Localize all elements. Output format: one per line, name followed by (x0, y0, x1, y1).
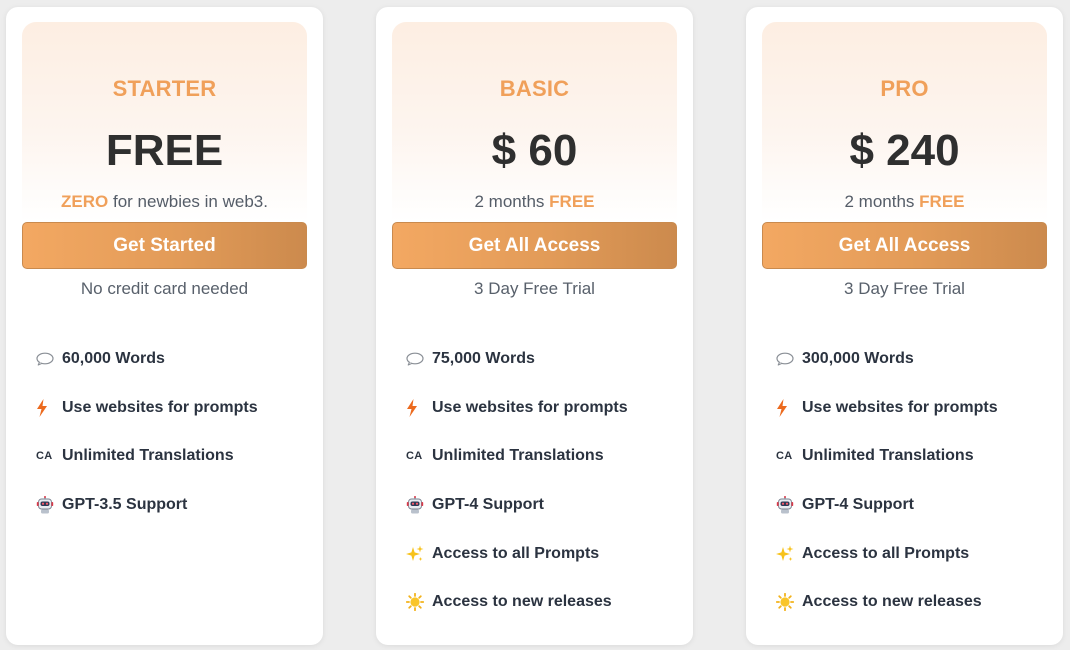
robot-icon (406, 496, 430, 514)
feature-label: Use websites for prompts (432, 398, 628, 416)
feature-label: 75,000 Words (432, 350, 535, 368)
plan-name: PRO (880, 76, 929, 101)
sun-icon (406, 593, 430, 611)
plan-price: FREE (105, 126, 224, 175)
feature-label: Access to new releases (802, 593, 982, 611)
feature-label: GPT-4 Support (802, 496, 914, 514)
plan-subtitle: 2 months FREE (762, 192, 1047, 212)
cta-note: 3 Day Free Trial (474, 279, 595, 298)
sparkles-icon (776, 545, 800, 563)
ca-translate-icon: CA (406, 450, 430, 462)
feature-label: GPT-3.5 Support (62, 496, 188, 514)
plan-price: $ 240 (849, 126, 960, 175)
plan-name: BASIC (499, 76, 570, 101)
sun-icon (776, 593, 800, 611)
feature-label: Access to all Prompts (432, 544, 600, 562)
feature-item: Access to new releases (776, 578, 998, 627)
feature-item: Use websites for prompts (776, 384, 998, 433)
speech-bubble-icon (776, 352, 800, 366)
feature-item: Access to new releases (406, 578, 628, 627)
pricing-card-pro: PRO $ 240 2 months FREE Get All Access 3 Day… (746, 7, 1063, 645)
feature-label: 60,000 Words (62, 350, 165, 368)
ca-translate-icon: CA (776, 450, 800, 462)
feature-item: CA Unlimited Translations (776, 432, 998, 481)
robot-icon (36, 496, 60, 514)
feature-item: Access to all Prompts (406, 529, 628, 578)
plan-header: PRO $ 240 2 months FREE (762, 22, 1047, 222)
subtitle-text: 2 months (474, 192, 550, 211)
plan-subtitle: ZERO for newbies in web3. (22, 192, 307, 212)
subtitle-text: 2 months (844, 192, 920, 211)
lightning-icon (776, 399, 800, 417)
feature-item: 60,000 Words (36, 335, 258, 384)
subtitle-highlight: FREE (549, 192, 595, 211)
basic-cta-button[interactable]: Get All Access (392, 222, 677, 269)
pricing-card-basic: BASIC $ 60 2 months FREE Get All Access 3 Da… (376, 7, 693, 645)
plan-subtitle: 2 months FREE (392, 192, 677, 212)
feature-label: Unlimited Translations (802, 447, 974, 465)
feature-label: Unlimited Translations (432, 447, 604, 465)
subtitle-highlight: ZERO (61, 192, 109, 211)
ca-glyph-text: CA (406, 450, 423, 463)
feature-item: 75,000 Words (406, 335, 628, 384)
pricing-card-starter: STARTER FREE ZERO for newbies in web3. Get … (6, 7, 323, 645)
feature-label: Access to new releases (432, 593, 612, 611)
lightning-icon (36, 399, 60, 417)
feature-item: 300,000 Words (776, 335, 998, 384)
cta-note: No credit card needed (80, 279, 249, 298)
robot-icon (776, 496, 800, 514)
feature-label: Unlimited Translations (62, 447, 234, 465)
subtitle-text: for newbies in web3. (108, 192, 268, 211)
feature-item: Access to all Prompts (776, 529, 998, 578)
feature-label: Access to all Prompts (802, 544, 970, 562)
cta-note: 3 Day Free Trial (844, 279, 965, 298)
ca-glyph-text: CA (36, 450, 53, 463)
subtitle-highlight: FREE (919, 192, 965, 211)
feature-item: GPT-4 Support (776, 481, 998, 530)
feature-label: Use websites for prompts (802, 398, 998, 416)
speech-bubble-icon (406, 352, 430, 366)
feature-label: 300,000 Words (802, 350, 914, 368)
feature-item: CA Unlimited Translations (36, 432, 258, 481)
feature-label: Use websites for prompts (62, 398, 258, 416)
pro-cta-button[interactable]: Get All Access (762, 222, 1047, 269)
plan-header: BASIC $ 60 2 months FREE (392, 22, 677, 222)
feature-list: 300,000 Words Use websites for prompts CA U… (776, 335, 998, 627)
plan-header: STARTER FREE ZERO for newbies in web3. (22, 22, 307, 222)
lightning-icon (406, 399, 430, 417)
feature-item: GPT-3.5 Support (36, 481, 258, 530)
sparkles-icon (406, 545, 430, 563)
feature-list: 75,000 Words Use websites for prompts CA Un… (406, 335, 628, 627)
speech-bubble-icon (36, 352, 60, 366)
feature-label: GPT-4 Support (432, 496, 544, 514)
feature-item: Use websites for prompts (406, 384, 628, 433)
plan-name: STARTER (112, 76, 217, 101)
ca-translate-icon: CA (36, 450, 60, 462)
ca-glyph-text: CA (776, 450, 793, 463)
feature-list: 60,000 Words Use websites for prompts CA Un… (36, 335, 258, 529)
feature-item: Use websites for prompts (36, 384, 258, 433)
starter-cta-button[interactable]: Get Started (22, 222, 307, 269)
plan-price: $ 60 (491, 126, 578, 175)
feature-item: CA Unlimited Translations (406, 432, 628, 481)
feature-item: GPT-4 Support (406, 481, 628, 530)
